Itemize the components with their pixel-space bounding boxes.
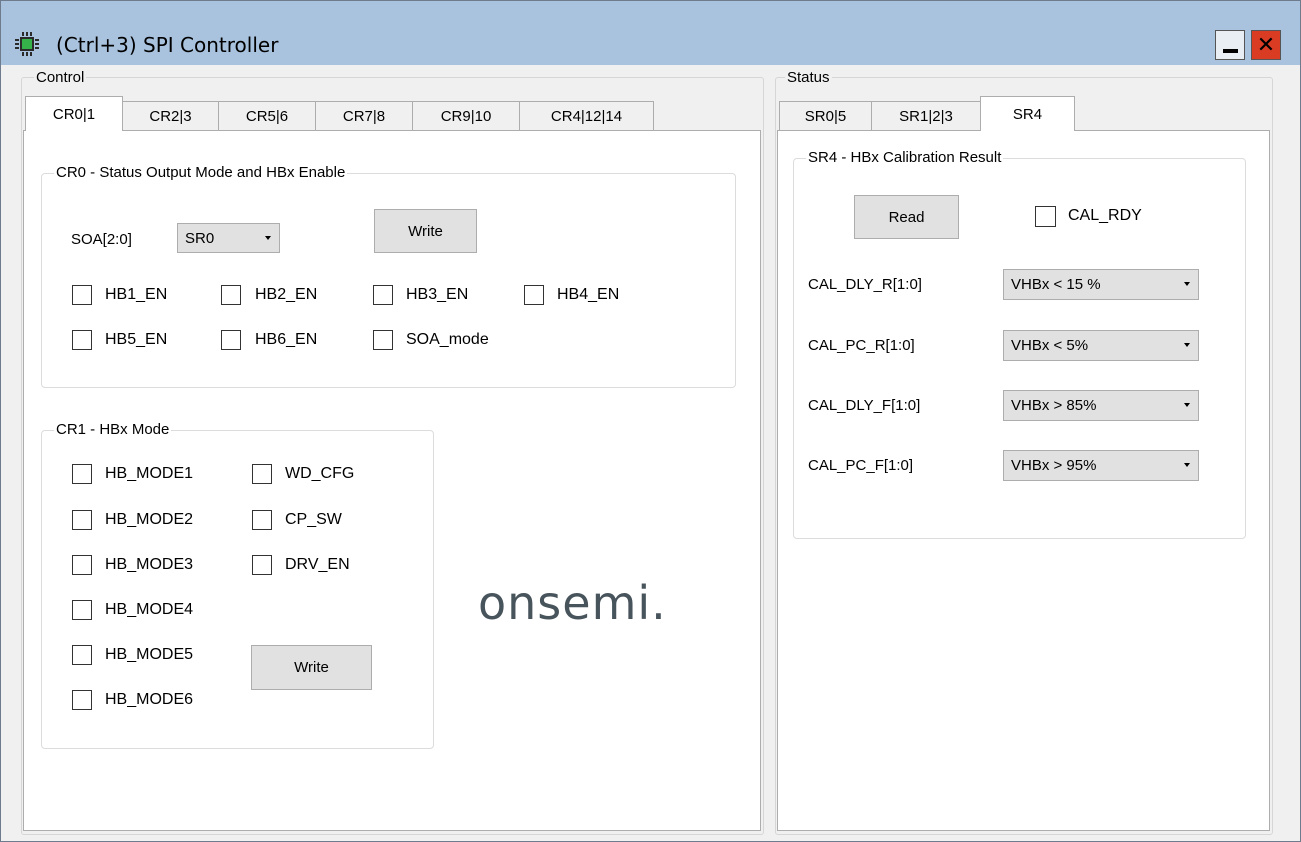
cr1-group (41, 430, 434, 749)
soa-select-value: SR0 (185, 230, 215, 247)
drv-en-label: DRV_EN (285, 556, 350, 573)
chevron-down-icon (1184, 403, 1190, 407)
hb1-en-label: HB1_EN (105, 286, 168, 303)
hb-mode2-label: HB_MODE2 (105, 511, 194, 528)
cal-dly-f-label: CAL_DLY_F[1:0] (808, 397, 921, 414)
cal-dly-f-select[interactable]: VHBx > 85% (1003, 390, 1199, 421)
window-title: (Ctrl+3) SPI Controller (56, 33, 279, 57)
cal-pc-r-label: CAL_PC_R[1:0] (808, 337, 915, 354)
hb6-en-checkbox[interactable] (221, 330, 241, 350)
hb5-en-label: HB5_EN (105, 331, 168, 348)
chevron-down-icon (1184, 343, 1190, 347)
hb5-en-checkbox[interactable] (72, 330, 92, 350)
hb-mode6-checkbox[interactable] (72, 690, 92, 710)
sr4-group-title: SR4 - HBx Calibration Result (806, 149, 1004, 166)
hb2-en-label: HB2_EN (255, 286, 318, 303)
chevron-down-icon (265, 236, 271, 240)
hb-mode4-checkbox[interactable] (72, 600, 92, 620)
control-group-label: Control (34, 69, 87, 86)
tab-cr7-8[interactable]: CR7|8 (315, 101, 413, 130)
cp-sw-label: CP_SW (285, 511, 342, 528)
hb2-en-checkbox[interactable] (221, 285, 241, 305)
tab-cr9-10[interactable]: CR9|10 (412, 101, 520, 130)
tab-sr0-5[interactable]: SR0|5 (779, 101, 872, 130)
chip-icon (15, 32, 39, 56)
soa-select[interactable]: SR0 (177, 223, 280, 253)
cal-dly-r-label: CAL_DLY_R[1:0] (808, 276, 922, 293)
cal-pc-f-value: VHBx > 95% (1011, 457, 1097, 474)
cr1-group-title: CR1 - HBx Mode (54, 421, 172, 438)
soa-mode-checkbox[interactable] (373, 330, 393, 350)
hb-mode5-label: HB_MODE5 (105, 646, 194, 663)
cr0-group-title: CR0 - Status Output Mode and HBx Enable (54, 164, 348, 181)
hb-mode3-label: HB_MODE3 (105, 556, 194, 573)
tab-sr4[interactable]: SR4 (980, 96, 1075, 131)
hb3-en-checkbox[interactable] (373, 285, 393, 305)
soa-label: SOA[2:0] (71, 231, 132, 248)
title-bar[interactable]: (Ctrl+3) SPI Controller ✕ (1, 1, 1300, 65)
app-window: (Ctrl+3) SPI Controller ✕ Control CR0|1 … (0, 0, 1301, 842)
soa-mode-label: SOA_mode (406, 331, 489, 348)
hb-mode3-checkbox[interactable] (72, 555, 92, 575)
close-button[interactable]: ✕ (1251, 30, 1281, 60)
cal-rdy-label: CAL_RDY (1068, 207, 1142, 224)
cp-sw-checkbox[interactable] (252, 510, 272, 530)
hb4-en-checkbox[interactable] (524, 285, 544, 305)
close-icon: ✕ (1256, 32, 1276, 57)
hb4-en-label: HB4_EN (557, 286, 620, 303)
cr0-write-button[interactable]: Write (374, 209, 477, 253)
hb1-en-checkbox[interactable] (72, 285, 92, 305)
chevron-down-icon (1184, 463, 1190, 467)
cal-pc-r-value: VHBx < 5% (1011, 337, 1089, 354)
status-group-label: Status (785, 69, 832, 86)
hb-mode5-checkbox[interactable] (72, 645, 92, 665)
hb-mode2-checkbox[interactable] (72, 510, 92, 530)
cal-pc-f-select[interactable]: VHBx > 95% (1003, 450, 1199, 481)
hb3-en-label: HB3_EN (406, 286, 469, 303)
cal-dly-f-value: VHBx > 85% (1011, 397, 1097, 414)
tab-cr4-12-14[interactable]: CR4|12|14 (519, 101, 654, 130)
hb6-en-label: HB6_EN (255, 331, 318, 348)
cal-dly-r-value: VHBx < 15 % (1011, 276, 1101, 293)
cal-dly-r-select[interactable]: VHBx < 15 % (1003, 269, 1199, 300)
drv-en-checkbox[interactable] (252, 555, 272, 575)
hb-mode6-label: HB_MODE6 (105, 691, 194, 708)
tab-cr0-1[interactable]: CR0|1 (25, 96, 123, 131)
tab-cr2-3[interactable]: CR2|3 (122, 101, 219, 130)
cr0-group (41, 173, 736, 388)
cal-rdy-checkbox[interactable] (1035, 206, 1056, 227)
wd-cfg-checkbox[interactable] (252, 464, 272, 484)
hb-mode1-label: HB_MODE1 (105, 465, 194, 482)
chevron-down-icon (1184, 282, 1190, 286)
hb-mode1-checkbox[interactable] (72, 464, 92, 484)
wd-cfg-label: WD_CFG (285, 465, 355, 482)
read-button[interactable]: Read (854, 195, 959, 239)
cal-pc-r-select[interactable]: VHBx < 5% (1003, 330, 1199, 361)
hb-mode4-label: HB_MODE4 (105, 601, 194, 618)
minimize-button[interactable] (1215, 30, 1245, 60)
tab-cr5-6[interactable]: CR5|6 (218, 101, 316, 130)
onsemi-logo: onsemi. (478, 576, 667, 630)
tab-sr1-2-3[interactable]: SR1|2|3 (871, 101, 981, 130)
cr1-write-button[interactable]: Write (251, 645, 372, 690)
cal-pc-f-label: CAL_PC_F[1:0] (808, 457, 914, 474)
